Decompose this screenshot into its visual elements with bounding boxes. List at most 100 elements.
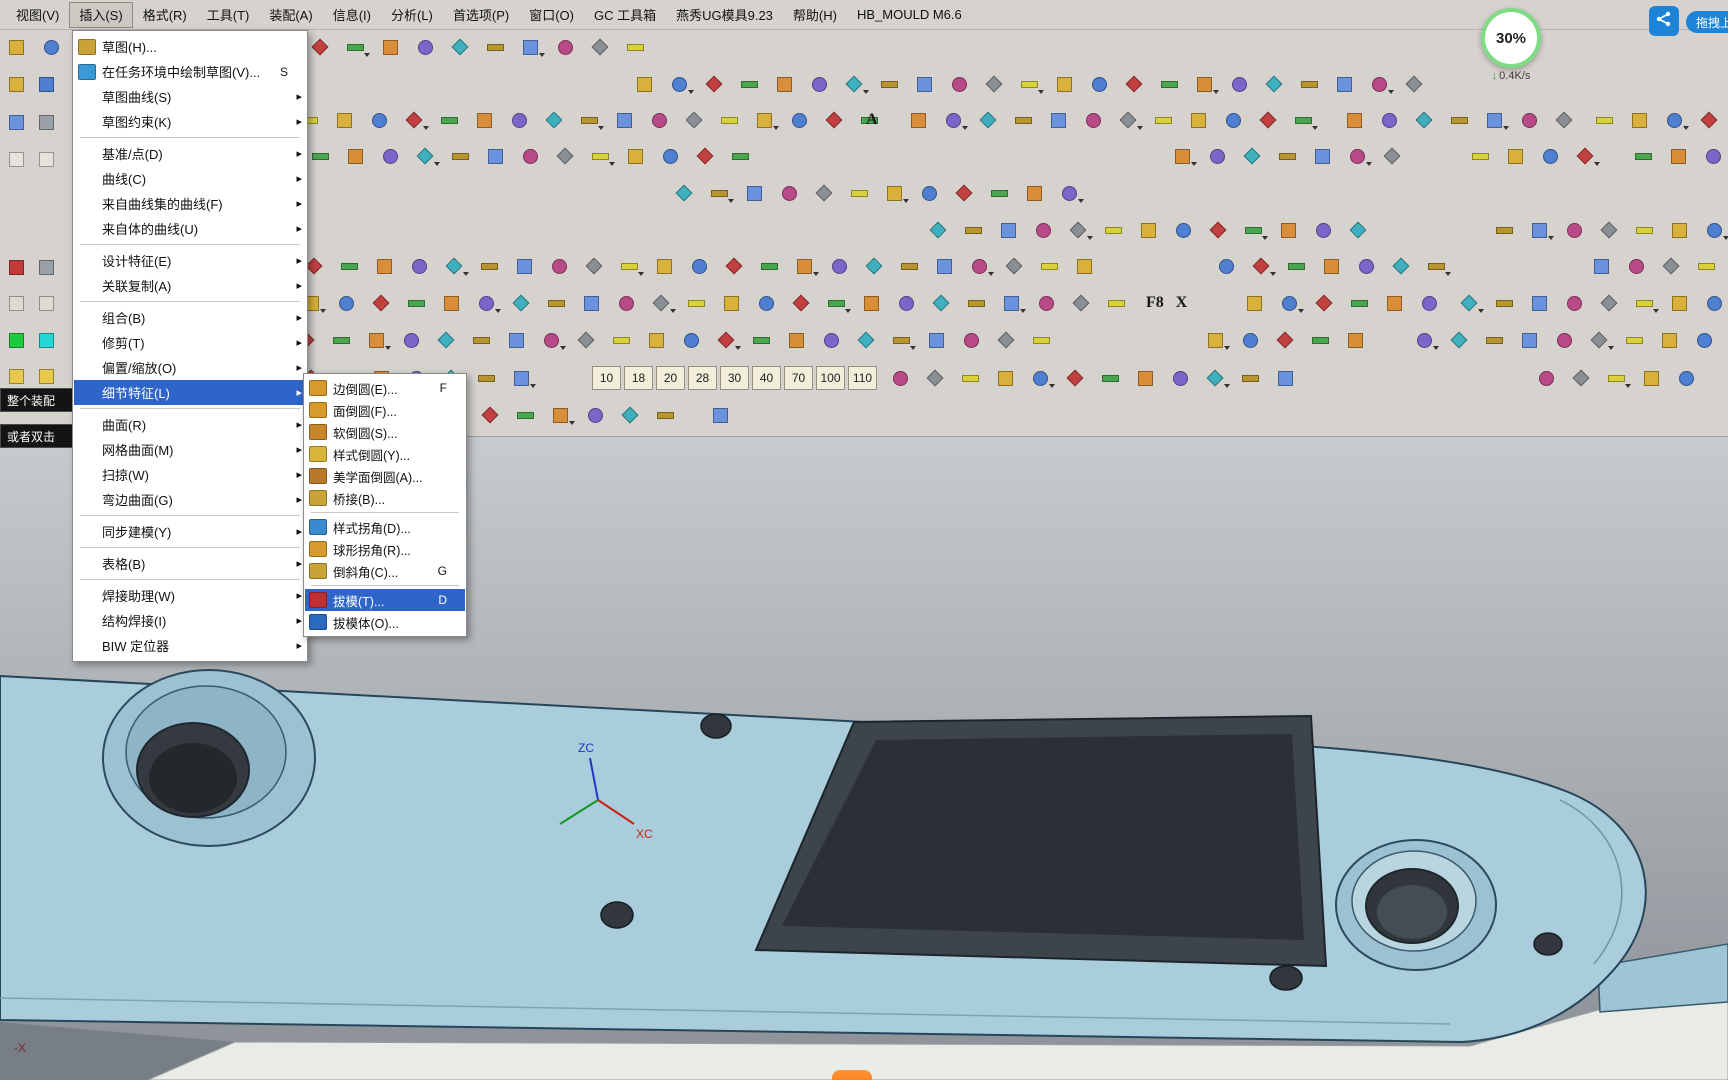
toolbar-button[interactable]: 18 [624, 366, 653, 390]
toolbar-icon[interactable] [950, 179, 978, 207]
toolbar-icon[interactable] [1032, 289, 1060, 317]
toolbar-icon[interactable] [1525, 216, 1553, 244]
toolbar-icon[interactable] [965, 252, 993, 280]
toolbar-icon[interactable] [1620, 326, 1648, 354]
toolbar-icon[interactable] [726, 142, 754, 170]
toolbar-icon[interactable] [1020, 179, 1048, 207]
toolbar-icon[interactable] [852, 326, 880, 354]
toolbar-button[interactable]: 20 [656, 366, 685, 390]
toolbar-icon[interactable] [505, 106, 533, 134]
toolbar-icon[interactable] [472, 364, 500, 392]
menu-item[interactable]: 拔模体(O)... [305, 611, 465, 633]
toolbar-icon[interactable] [1501, 142, 1529, 170]
toolbar-icon[interactable] [945, 70, 973, 98]
toolbar-icon[interactable] [1120, 70, 1148, 98]
toolbar-icon[interactable] [1532, 364, 1560, 392]
menu-item[interactable]: 面倒圆(F)... [305, 399, 465, 421]
toolbar-icon[interactable] [1212, 252, 1240, 280]
toolbar-icon[interactable] [1625, 106, 1653, 134]
menubar-item[interactable]: HB_MOULD M6.6 [847, 3, 972, 27]
toolbar-icon[interactable] [1114, 106, 1142, 134]
toolbar-icon[interactable] [1415, 289, 1443, 317]
toolbar-icon[interactable] [2, 145, 30, 173]
toolbar-icon[interactable] [927, 289, 955, 317]
menu-item[interactable]: 焊接助理(W)▸ [74, 583, 306, 608]
menu-item[interactable]: 设计特征(E)▸ [74, 248, 306, 273]
toolbar-icon[interactable] [875, 70, 903, 98]
dropdown-caret-icon[interactable] [598, 126, 604, 130]
toolbar-icon[interactable] [362, 326, 390, 354]
toolbar-icon[interactable] [1236, 364, 1264, 392]
toolbar-icon[interactable] [922, 326, 950, 354]
share-button[interactable] [1649, 6, 1679, 36]
toolbar-icon[interactable] [440, 252, 468, 280]
toolbar-icon[interactable] [840, 70, 868, 98]
toolbar-icon[interactable] [2, 289, 30, 317]
toolbar-icon[interactable] [1131, 364, 1159, 392]
dropdown-caret-icon[interactable] [1262, 236, 1268, 240]
menu-item[interactable]: 修剪(T)▸ [74, 330, 306, 355]
menu-item[interactable]: 基准/点(D)▸ [74, 141, 306, 166]
toolbar-icon[interactable] [537, 326, 565, 354]
dropdown-caret-icon[interactable] [638, 272, 644, 276]
toolbar-icon[interactable] [921, 364, 949, 392]
menu-item[interactable]: 结构焊接(I)▸ [74, 608, 306, 633]
toolbar-icon[interactable] [1155, 70, 1183, 98]
toolbar-button[interactable]: 10 [592, 366, 621, 390]
toolbar-icon[interactable] [610, 106, 638, 134]
toolbar-button[interactable]: 30 [720, 366, 749, 390]
toolbar-icon[interactable] [1410, 106, 1438, 134]
menubar-item[interactable]: GC 工具箱 [584, 3, 666, 27]
dropdown-caret-icon[interactable] [735, 346, 741, 350]
toolbar-icon[interactable] [1629, 142, 1657, 170]
menu-item[interactable]: 细节特征(L)▸ [74, 380, 306, 405]
toolbar-icon[interactable] [1630, 289, 1658, 317]
toolbar-icon[interactable] [930, 252, 958, 280]
toolbar-icon[interactable] [546, 401, 574, 429]
toolbar-icon[interactable] [735, 70, 763, 98]
toolbar-icon[interactable] [825, 252, 853, 280]
dropdown-caret-icon[interactable] [773, 126, 779, 130]
toolbar-icon[interactable] [507, 289, 535, 317]
dropdown-caret-icon[interactable] [688, 90, 694, 94]
toolbar-icon[interactable] [435, 106, 463, 134]
dropdown-caret-icon[interactable] [385, 346, 391, 350]
toolbar-icon[interactable] [706, 401, 734, 429]
toolbar-icon[interactable] [1085, 70, 1113, 98]
toolbar-icon[interactable] [1375, 106, 1403, 134]
menubar-item[interactable]: 装配(A) [259, 3, 322, 27]
toolbar-icon[interactable] [1637, 364, 1665, 392]
dropdown-caret-icon[interactable] [1137, 126, 1143, 130]
toolbar-icon[interactable] [1225, 70, 1253, 98]
toolbar-icon[interactable] [621, 142, 649, 170]
toolbar-icon[interactable] [880, 179, 908, 207]
dropdown-caret-icon[interactable] [560, 346, 566, 350]
toolbar-icon[interactable] [630, 70, 658, 98]
menu-item[interactable]: 弯边曲面(G)▸ [74, 487, 306, 512]
menu-item[interactable]: 偏置/缩放(O)▸ [74, 355, 306, 380]
toolbar-icon[interactable] [1352, 252, 1380, 280]
dropdown-caret-icon[interactable] [1723, 236, 1728, 240]
toolbar-icon[interactable] [1026, 364, 1054, 392]
toolbar-icon[interactable] [341, 142, 369, 170]
toolbar-icon[interactable] [642, 326, 670, 354]
menu-item[interactable]: 草图(H)... [74, 34, 306, 59]
toolbar-icon[interactable] [1240, 289, 1268, 317]
toolbar-icon[interactable] [991, 364, 1019, 392]
toolbar-icon[interactable] [32, 362, 60, 390]
toolbar-icon[interactable] [545, 252, 573, 280]
toolbar-icon[interactable] [1050, 70, 1078, 98]
toolbar-icon[interactable] [1044, 106, 1072, 134]
menu-item[interactable]: 曲线(C)▸ [74, 166, 306, 191]
toolbar-icon[interactable] [670, 179, 698, 207]
toolbar-icon[interactable] [1466, 142, 1494, 170]
menu-item[interactable]: 来自曲线集的曲线(F)▸ [74, 191, 306, 216]
toolbar-icon[interactable] [650, 252, 678, 280]
toolbar-icon[interactable] [957, 326, 985, 354]
toolbar-icon[interactable] [1455, 289, 1483, 317]
toolbar-icon[interactable] [677, 326, 705, 354]
toolbar-icon[interactable] [476, 401, 504, 429]
menubar-item[interactable]: 首选项(P) [443, 3, 519, 27]
toolbar-icon[interactable] [1055, 179, 1083, 207]
toolbar-icon[interactable] [507, 364, 535, 392]
